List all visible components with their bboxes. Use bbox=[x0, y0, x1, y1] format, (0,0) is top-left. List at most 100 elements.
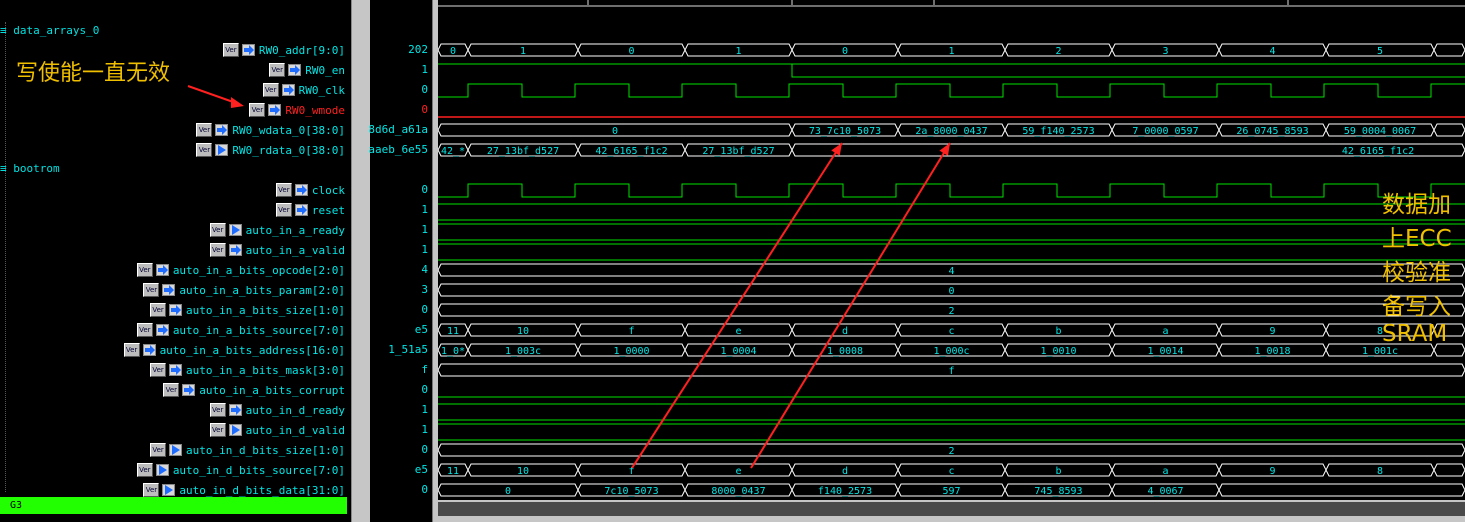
signal-row[interactable]: Ver RW0_wdata_0[38:0] bbox=[196, 120, 345, 140]
status-bar: G3 bbox=[0, 497, 347, 514]
ruler[interactable] bbox=[438, 0, 1465, 6]
signal-value: f bbox=[421, 363, 428, 376]
signal-row[interactable]: Ver auto_in_a_bits_corrupt bbox=[163, 380, 345, 400]
bus-value: f bbox=[948, 366, 954, 377]
input-port-icon bbox=[162, 284, 176, 296]
output-port-icon bbox=[162, 484, 176, 496]
bus-value: 8 bbox=[1377, 466, 1383, 477]
waveform-bus[interactable]: 0 bbox=[438, 283, 1465, 297]
signal-row[interactable]: Ver auto_in_a_bits_param[2:0] bbox=[143, 280, 345, 300]
signal-value: 3 bbox=[421, 283, 428, 296]
waveform-bus[interactable]: 0 1 0 1 0 1 2 3 4 5 bbox=[438, 43, 1465, 57]
output-port-icon bbox=[215, 144, 229, 156]
signal-row[interactable]: Ver RW0_addr[9:0] bbox=[222, 40, 345, 60]
signal-value: 0 bbox=[421, 483, 428, 496]
waveform-clk[interactable] bbox=[438, 183, 1465, 198]
signal-row[interactable]: Ver RW0_rdata_0[38:0] bbox=[196, 140, 345, 160]
signal-row[interactable]: Ver auto_in_d_valid bbox=[209, 420, 345, 440]
waveform-canvas[interactable]: 0 1 0 1 0 1 2 3 4 50 73_7c10_5073 2a_8000_0437 59_f1… bbox=[438, 0, 1465, 500]
input-port-icon bbox=[288, 64, 302, 76]
bus-value: 1_0018 bbox=[1254, 346, 1290, 357]
bus-value: 42_6165_f1c2 bbox=[1342, 146, 1414, 157]
bus-value: 1 bbox=[948, 46, 954, 57]
signal-value: 1 bbox=[421, 243, 428, 256]
signal-row[interactable]: Ver auto_in_a_bits_source[7:0] bbox=[136, 320, 345, 340]
bus-value: 0 bbox=[628, 46, 634, 57]
signal-name: RW0_rdata_0[38:0] bbox=[232, 143, 345, 157]
bus-value: 2 bbox=[1055, 46, 1061, 57]
bus-value: 2a_8000_0437 bbox=[915, 126, 987, 137]
waveform-bus[interactable]: 1_0* 1_003c 1_0000 1_0004 1_0008 1_000c 1_0010… bbox=[438, 343, 1465, 357]
signal-row[interactable]: Ver auto_in_d_bits_source[7:0] bbox=[136, 460, 345, 480]
waveform-bus[interactable]: 11 10 f e d c b a 9 8 bbox=[438, 463, 1465, 477]
waveform-high[interactable] bbox=[438, 243, 1465, 261]
signal-value: 1 bbox=[421, 203, 428, 216]
signal-value: 0 bbox=[421, 443, 428, 456]
input-port-icon bbox=[182, 384, 196, 396]
signal-name: auto_in_a_bits_mask[3:0] bbox=[186, 363, 345, 377]
waveform-high[interactable] bbox=[438, 203, 1465, 221]
bus-value: d bbox=[842, 466, 848, 477]
waveform-en[interactable] bbox=[438, 63, 1465, 78]
bus-value: 27_13bf_d527 bbox=[487, 146, 559, 157]
waveform-bus[interactable]: 42_* 27_13bf_d527 42_6165_f1c2 27_13bf_d527… bbox=[438, 143, 1465, 157]
verilog-badge-icon: Ver bbox=[249, 103, 266, 117]
waveform-high[interactable] bbox=[438, 223, 1465, 241]
verilog-badge-icon: Ver bbox=[150, 363, 167, 377]
signal-row[interactable]: Ver RW0_wmode bbox=[249, 100, 345, 120]
waveform-high[interactable] bbox=[438, 403, 1465, 421]
bus-value: d bbox=[842, 326, 848, 337]
waveform-bus[interactable]: 0 73_7c10_5073 2a_8000_0437 59_f140_2573 7_0… bbox=[438, 123, 1465, 137]
signal-row[interactable]: Ver auto_in_d_bits_size[1:0] bbox=[150, 440, 345, 460]
bus-value: e bbox=[735, 466, 741, 477]
waveform-bus[interactable]: 2 bbox=[438, 443, 1465, 457]
waveform-bus[interactable]: 11 10 f e d c b a 9 8 bbox=[438, 323, 1465, 337]
bus-value: 0 bbox=[948, 286, 954, 297]
bus-value: 11 bbox=[447, 466, 459, 477]
waveform-bus[interactable]: 4 bbox=[438, 263, 1465, 277]
signal-name: auto_in_d_bits_size[1:0] bbox=[186, 443, 345, 457]
verilog-badge-icon: Ver bbox=[209, 223, 226, 237]
bus-value: 8000_0437 bbox=[711, 486, 765, 497]
pane-splitter[interactable] bbox=[351, 0, 372, 522]
signal-group[interactable]: ≡ data_arrays_0 bbox=[0, 24, 99, 38]
waveform-bus[interactable]: 0 7c10_5073 8000_0437 f140_2573 597 745_8593 4… bbox=[438, 483, 1465, 497]
waveform-bus[interactable]: 2 bbox=[438, 303, 1465, 317]
signal-row[interactable]: Ver auto_in_a_bits_address[16:0] bbox=[123, 340, 345, 360]
signal-row[interactable]: Ver auto_in_a_ready bbox=[209, 220, 345, 240]
waveform-clk[interactable] bbox=[438, 83, 1465, 98]
verilog-badge-icon: Ver bbox=[143, 283, 160, 297]
bus-value: 11 bbox=[447, 326, 459, 337]
bus-value: e bbox=[735, 326, 741, 337]
bus-value: c bbox=[948, 466, 954, 477]
horizontal-scrollbar[interactable] bbox=[438, 500, 1465, 522]
signal-row[interactable]: Ver RW0_clk bbox=[262, 80, 345, 100]
signal-row[interactable]: Ver auto_in_d_ready bbox=[209, 400, 345, 420]
tree-guide bbox=[5, 22, 7, 492]
signal-row[interactable]: Ver auto_in_a_bits_opcode[2:0] bbox=[136, 260, 345, 280]
signal-row[interactable]: Ver clock bbox=[275, 180, 345, 200]
signal-row[interactable]: Ver auto_in_a_bits_size[1:0] bbox=[150, 300, 345, 320]
verilog-badge-icon: Ver bbox=[136, 463, 153, 477]
bus-value: 2 bbox=[948, 306, 954, 317]
bus-value: 42_* bbox=[441, 146, 465, 157]
input-port-icon bbox=[294, 184, 308, 196]
signal-row[interactable]: Ver RW0_en bbox=[269, 60, 345, 80]
waveform-pane[interactable]: 0 1 0 1 0 1 2 3 4 5 0 73_7c10_5073 2a_8000_0437 59_f1… bbox=[438, 0, 1465, 500]
signal-value: 1 bbox=[421, 63, 428, 76]
verilog-badge-icon: Ver bbox=[209, 243, 226, 257]
signal-row[interactable]: Ver auto_in_a_bits_mask[3:0] bbox=[150, 360, 345, 380]
bus-value: 3 bbox=[1162, 46, 1168, 57]
waveform-bus[interactable]: f bbox=[438, 363, 1465, 377]
bus-value: 27_13bf_d527 bbox=[702, 146, 774, 157]
scrollbar-track[interactable] bbox=[438, 502, 1465, 516]
signal-value: 0 bbox=[421, 83, 428, 96]
bus-value: 42_6165_f1c2 bbox=[595, 146, 667, 157]
bus-value: 1_001c bbox=[1362, 346, 1398, 357]
bus-value: 1 bbox=[520, 46, 526, 57]
signal-group[interactable]: ≡ bootrom bbox=[0, 162, 60, 176]
waveform-high[interactable] bbox=[438, 423, 1465, 441]
signal-row[interactable]: Ver reset bbox=[275, 200, 345, 220]
signal-row[interactable]: Ver auto_in_a_valid bbox=[209, 240, 345, 260]
signal-name: auto_in_a_valid bbox=[245, 243, 345, 257]
